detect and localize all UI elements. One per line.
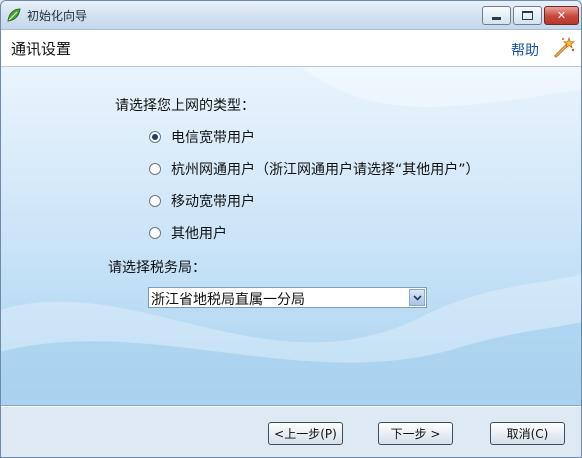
maximize-button[interactable] bbox=[513, 6, 542, 25]
maximize-icon bbox=[522, 11, 533, 20]
chevron-down-icon bbox=[412, 294, 422, 301]
app-leaf-icon bbox=[7, 8, 21, 22]
radio-label: 其他用户 bbox=[171, 226, 227, 242]
tax-office-select[interactable]: 浙江省地税局直属一分局 bbox=[148, 287, 427, 308]
magic-wand-icon[interactable] bbox=[553, 36, 575, 58]
close-button[interactable]: ✕ bbox=[544, 6, 579, 25]
radio-button-checked[interactable] bbox=[149, 131, 161, 143]
radio-option-telecom[interactable]: 电信宽带用户 bbox=[149, 127, 255, 147]
minimize-button[interactable] bbox=[482, 6, 511, 25]
previous-button[interactable]: <上一步(P) bbox=[268, 422, 343, 445]
button-bar: <上一步(P) 下一步 > 取消(C) bbox=[1, 407, 581, 457]
dropdown-button[interactable] bbox=[409, 289, 425, 306]
radio-label: 移动宽带用户 bbox=[171, 194, 255, 210]
help-link[interactable]: 帮助 bbox=[511, 40, 539, 60]
minimize-icon bbox=[492, 16, 501, 20]
radio-label: 杭州网通用户（浙江网通用户请选择“其他用户”） bbox=[171, 162, 480, 178]
background-decoration bbox=[1, 67, 581, 405]
radio-option-hangzhou-netcom[interactable]: 杭州网通用户（浙江网通用户请选择“其他用户”） bbox=[149, 159, 480, 179]
tax-office-prompt: 请选择税务局： bbox=[108, 260, 206, 276]
radio-option-other[interactable]: 其他用户 bbox=[149, 223, 227, 243]
connection-type-prompt: 请选择您上网的类型： bbox=[115, 98, 255, 114]
radio-option-mobile[interactable]: 移动宽带用户 bbox=[149, 191, 255, 211]
cancel-button[interactable]: 取消(C) bbox=[490, 422, 565, 445]
tax-office-selected-value: 浙江省地税局直属一分局 bbox=[151, 292, 305, 308]
page-header: 通讯设置 帮助 bbox=[1, 30, 581, 67]
close-icon: ✕ bbox=[556, 9, 567, 22]
page-title: 通讯设置 bbox=[11, 40, 72, 58]
radio-button[interactable] bbox=[149, 195, 161, 207]
content-area: 请选择您上网的类型： 电信宽带用户 杭州网通用户（浙江网通用户请选择“其他用户”… bbox=[1, 67, 581, 405]
window-title: 初始化向导 bbox=[27, 9, 88, 23]
next-button[interactable]: 下一步 > bbox=[378, 422, 453, 445]
radio-button[interactable] bbox=[149, 227, 161, 239]
wizard-window: 初始化向导 ✕ 通讯设置 帮助 请选择您上网的类型： 电信宽带用户 杭州网通用户… bbox=[0, 0, 582, 458]
radio-button[interactable] bbox=[149, 163, 161, 175]
title-bar[interactable]: 初始化向导 ✕ bbox=[1, 1, 581, 30]
radio-label: 电信宽带用户 bbox=[171, 130, 255, 146]
